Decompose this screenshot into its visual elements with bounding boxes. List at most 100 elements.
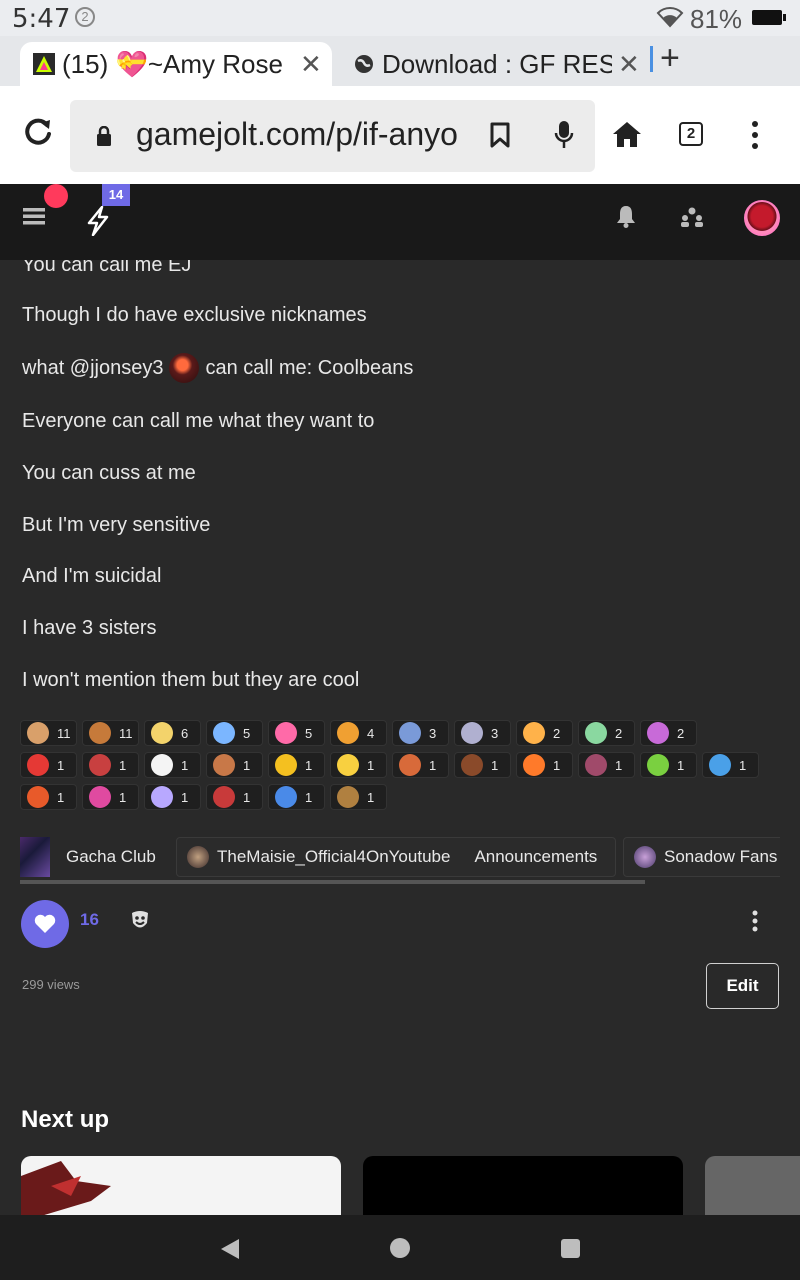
sticker-emoji-icon (585, 754, 607, 776)
community-tags: Gacha Club TheMaisie_Official4OnYoutube … (20, 835, 780, 881)
home-circle-icon[interactable] (390, 1238, 410, 1258)
card-thumbnail (21, 1161, 111, 1215)
new-tab-button[interactable]: + (660, 36, 680, 80)
sticker-emoji-icon (151, 722, 173, 744)
system-navigation-bar (0, 1215, 800, 1280)
battery-icon (752, 10, 786, 25)
reaction-chip[interactable]: 5 (268, 720, 325, 746)
home-icon[interactable] (612, 120, 642, 148)
reaction-chip[interactable]: 1 (516, 752, 573, 778)
reaction-chip[interactable]: 2 (640, 720, 697, 746)
channel-name[interactable]: Announcements (474, 847, 597, 867)
lock-icon (97, 126, 111, 146)
reaction-count: 11 (119, 725, 133, 741)
tab-close-icon[interactable]: ✕ (300, 49, 322, 80)
reaction-chip[interactable]: 1 (144, 752, 201, 778)
sticker-emoji-icon (89, 786, 111, 808)
reaction-chip[interactable]: 1 (330, 784, 387, 810)
reaction-chip[interactable]: 1 (392, 752, 449, 778)
reaction-count: 1 (677, 757, 685, 773)
microphone-icon[interactable] (554, 120, 574, 150)
more-vert-icon[interactable] (751, 910, 759, 932)
bell-icon[interactable] (616, 204, 636, 228)
reaction-count: 1 (57, 757, 65, 773)
tab-amy-rose[interactable]: (15) 💝~Amy Rose ✕ (20, 42, 332, 86)
next-up-card[interactable] (363, 1156, 683, 1215)
tab-switcher-button[interactable]: 2 (679, 122, 703, 146)
next-up-card[interactable] (21, 1156, 341, 1215)
activity-count-badge: 14 (102, 184, 130, 206)
reaction-chip[interactable]: 6 (144, 720, 201, 746)
reaction-count: 1 (367, 757, 375, 773)
reaction-count: 5 (305, 725, 313, 741)
sticker-emoji-icon (337, 754, 359, 776)
community-icon (187, 846, 209, 868)
reaction-chip[interactable]: 3 (454, 720, 511, 746)
bookmark-icon[interactable] (490, 122, 510, 148)
mention-avatar[interactable] (169, 353, 200, 383)
next-up-heading: Next up (21, 1106, 110, 1133)
reaction-chip[interactable]: 1 (20, 784, 77, 810)
community-sonadow-fans[interactable]: Sonadow Fans (623, 837, 780, 877)
reaction-chip[interactable]: 1 (268, 752, 325, 778)
reaction-chip[interactable]: 1 (330, 752, 387, 778)
reaction-count: 1 (243, 789, 251, 805)
post-text-line-mention: what @jjonsey3 can call me: Coolbeans (22, 353, 413, 383)
mention-suffix: can call me: Coolbeans (205, 356, 414, 379)
hamburger-menu-icon[interactable] (23, 206, 45, 226)
community-gacha-club[interactable]: Gacha Club (20, 837, 170, 877)
reaction-chip[interactable]: 1 (578, 752, 635, 778)
reaction-chip[interactable]: 1 (20, 752, 77, 778)
status-time: 5:47 (12, 4, 71, 34)
recents-square-icon[interactable] (561, 1239, 580, 1258)
reaction-count: 5 (243, 725, 251, 741)
reaction-chip[interactable]: 1 (454, 752, 511, 778)
like-button[interactable] (21, 900, 69, 948)
reaction-row: 11 11 6 5 5 4 3 3 2 2 2 (20, 720, 702, 746)
sticker-emoji-icon (399, 754, 421, 776)
tab-download[interactable]: Download : GF RES ✕ (340, 42, 645, 86)
reaction-chip[interactable]: 11 (20, 720, 77, 746)
reaction-chip[interactable]: 2 (516, 720, 573, 746)
site-header: 14 (0, 184, 800, 260)
reaction-chip[interactable]: 1 (206, 784, 263, 810)
reaction-chip[interactable]: 11 (82, 720, 139, 746)
back-icon[interactable] (220, 1238, 240, 1260)
sticker-icon[interactable] (130, 910, 150, 932)
scroll-thumb[interactable] (20, 880, 645, 884)
reaction-chip[interactable]: 5 (206, 720, 263, 746)
sticker-emoji-icon (647, 722, 669, 744)
reaction-chip[interactable]: 1 (640, 752, 697, 778)
gamejolt-favicon-icon (33, 53, 55, 75)
reaction-count: 11 (57, 725, 71, 741)
friend-requests-icon[interactable] (680, 206, 704, 228)
tab-close-icon[interactable]: ✕ (618, 49, 640, 80)
like-count[interactable]: 16 (80, 910, 99, 930)
next-up-card[interactable] (705, 1156, 800, 1215)
more-vert-icon[interactable] (750, 120, 760, 150)
reaction-count: 1 (553, 757, 561, 773)
reaction-count: 1 (119, 789, 127, 805)
address-bar[interactable]: gamejolt.com/p/if-anyo (70, 100, 595, 172)
reaction-chip[interactable]: 1 (144, 784, 201, 810)
reaction-chip[interactable]: 1 (206, 752, 263, 778)
reaction-chip[interactable]: 1 (82, 784, 139, 810)
community-name: TheMaisie_Official4OnYoutube (217, 847, 451, 866)
browser-toolbar: gamejolt.com/p/if-anyo 2 (0, 86, 800, 184)
community-scrollbar[interactable] (20, 880, 780, 884)
reaction-chip[interactable]: 1 (82, 752, 139, 778)
reaction-chip[interactable]: 3 (392, 720, 449, 746)
edit-button[interactable]: Edit (706, 963, 779, 1009)
gamejolt-bolt-icon[interactable] (86, 206, 110, 236)
community-themaisie[interactable]: TheMaisie_Official4OnYoutube Announcemen… (176, 837, 616, 877)
sticker-emoji-icon (151, 786, 173, 808)
sticker-emoji-icon (89, 722, 111, 744)
mention-link[interactable]: what @jjonsey3 (22, 357, 163, 380)
reaction-chip[interactable]: 1 (702, 752, 759, 778)
reaction-chip[interactable]: 1 (268, 784, 325, 810)
reaction-chip[interactable]: 4 (330, 720, 387, 746)
reaction-chip[interactable]: 2 (578, 720, 635, 746)
view-count: 299 views (22, 977, 80, 992)
user-avatar[interactable] (744, 200, 780, 236)
reload-icon[interactable] (22, 116, 54, 148)
